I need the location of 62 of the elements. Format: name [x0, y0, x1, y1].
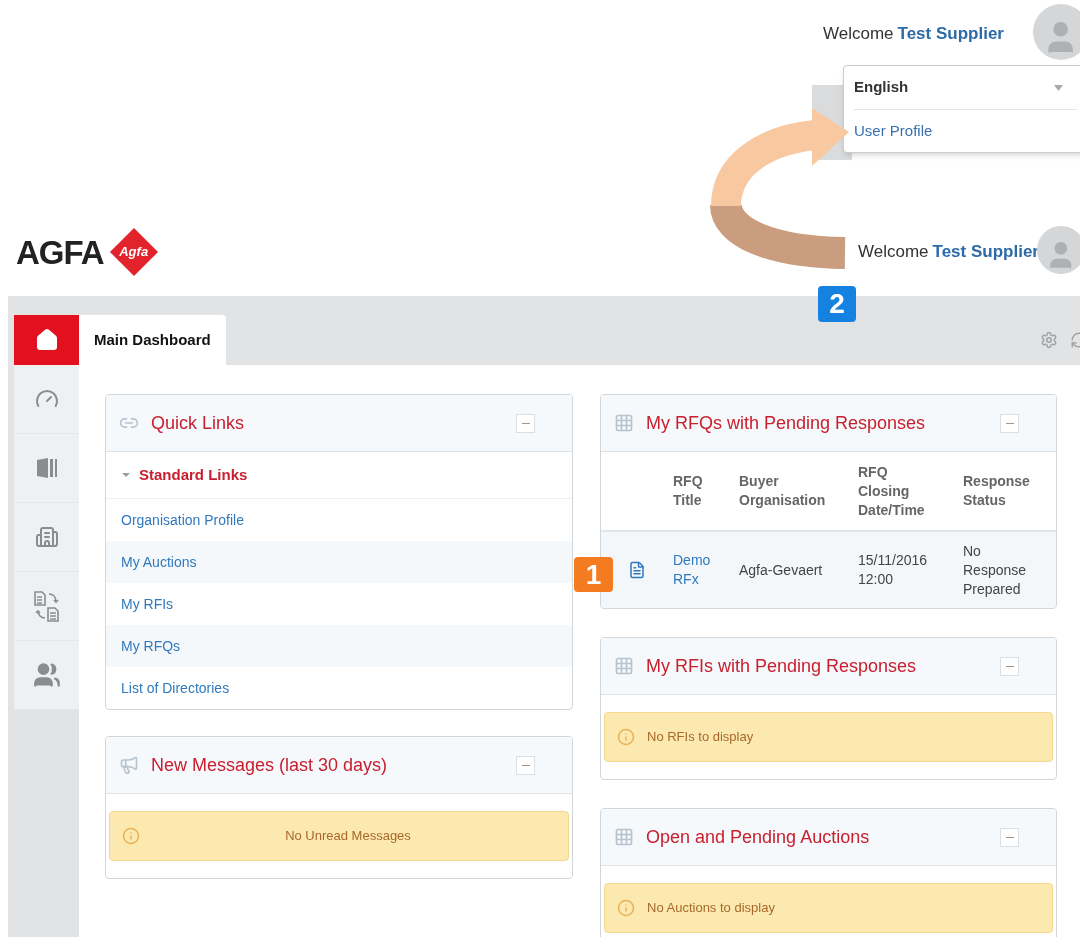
alert-message: No Auctions to display	[647, 899, 775, 918]
panel-title: My RFIs with Pending Responses	[646, 654, 918, 678]
sidebar-item[interactable]	[14, 641, 79, 710]
menu-item[interactable]: User Profile	[854, 110, 1077, 152]
document-icon[interactable]	[628, 561, 646, 579]
link-group-header[interactable]: Standard Links	[106, 452, 572, 499]
panel-title: Open and Pending Auctions	[646, 825, 871, 849]
collapse-button[interactable]	[516, 413, 535, 433]
panel-title: New Messages (last 30 days)	[151, 753, 389, 777]
sidebar-item[interactable]	[14, 365, 79, 434]
document-exchange-icon	[31, 590, 62, 622]
column-header: RFQ Title	[673, 472, 704, 510]
quick-link[interactable]: My RFIs	[106, 583, 572, 625]
alert-message: No RFIs to display	[647, 728, 754, 747]
dashboard-tab[interactable]: Main Dashboard	[79, 315, 226, 365]
panel-title: Quick Links	[151, 411, 246, 435]
info-icon	[617, 899, 635, 917]
column-header: Response Status	[963, 472, 1031, 510]
collapse-button[interactable]	[1000, 827, 1019, 847]
quick-link[interactable]: My RFQs	[106, 625, 572, 667]
quick-link[interactable]: Organisation Profile	[106, 499, 572, 541]
logo-wordmark: AGFA	[16, 235, 104, 269]
sidebar-item[interactable]	[14, 503, 79, 572]
group-label: Standard Links	[139, 464, 248, 485]
collapse-button[interactable]	[1000, 656, 1019, 676]
user-name-link[interactable]: Test Supplier	[932, 239, 1039, 265]
home-icon	[34, 328, 59, 352]
megaphone-icon	[119, 755, 139, 775]
welcome-text: Welcome	[823, 23, 894, 45]
welcome-text: Welcome	[858, 241, 929, 263]
settings-icon[interactable]	[1040, 331, 1058, 349]
collapse-button[interactable]	[1000, 413, 1019, 433]
collapse-button[interactable]	[516, 755, 535, 775]
avatar[interactable]	[1037, 226, 1080, 274]
table-cell-text: No Response Prepared	[963, 541, 1028, 599]
step-marker: 2	[818, 286, 856, 322]
dropdown-caret-icon	[1054, 84, 1063, 91]
table-icon	[614, 413, 634, 433]
column-header: RFQ Closing Date/Time	[858, 462, 926, 520]
book-icon	[34, 456, 59, 480]
table-icon	[614, 656, 634, 676]
step-marker: 1	[574, 557, 613, 592]
panel-title: My RFQs with Pending Responses	[646, 411, 927, 435]
sidebar-item[interactable]	[14, 315, 79, 365]
quick-link[interactable]: List of Directories	[106, 667, 572, 709]
info-icon	[122, 827, 140, 845]
table-cell-text: 15/11/2016 12:00	[858, 551, 929, 589]
sidebar-item[interactable]	[14, 434, 79, 503]
table-icon	[614, 827, 634, 847]
info-icon	[617, 728, 635, 746]
rfq-title-link[interactable]: Demo RFx	[673, 551, 739, 589]
user-name-link[interactable]: Test Supplier	[897, 21, 1004, 47]
alert-message: No Unread Messages	[284, 827, 412, 846]
column-header: Buyer Organisation	[739, 472, 827, 510]
avatar[interactable]	[1033, 4, 1080, 60]
table-cell-text: Agfa-Gevaert	[739, 560, 824, 580]
people-icon	[32, 661, 61, 689]
language-select[interactable]: English	[854, 66, 1077, 110]
logo-badge: Agfa	[111, 230, 156, 274]
quick-link[interactable]: My Auctions	[106, 541, 572, 583]
sidebar-item[interactable]	[14, 572, 79, 641]
building-icon	[34, 525, 59, 549]
